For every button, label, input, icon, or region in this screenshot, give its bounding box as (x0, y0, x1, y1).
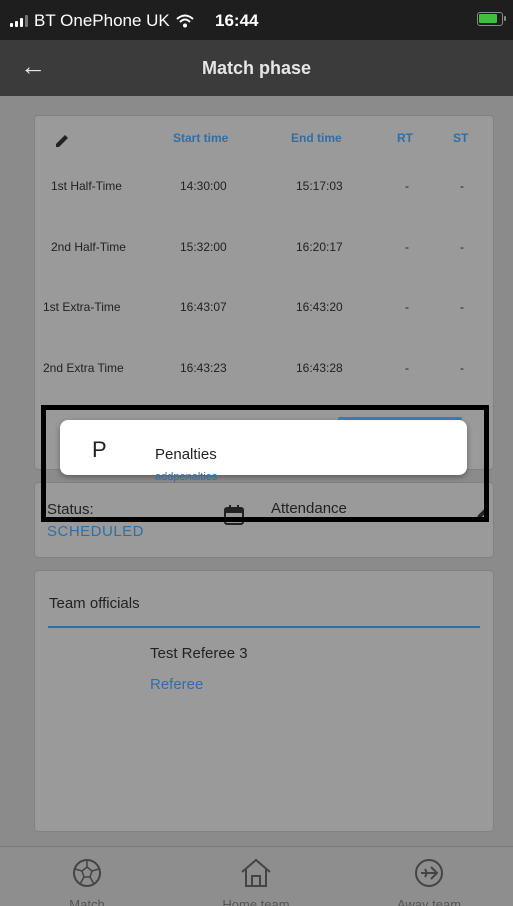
team-officials-title: Team officials (49, 595, 140, 612)
signal-icon (10, 15, 28, 27)
battery-icon (477, 12, 506, 26)
start-time: 16:43:07 (180, 300, 227, 314)
nav-match-label: Match (69, 897, 105, 906)
end-time-header: End time (291, 131, 342, 145)
table-row[interactable]: 2nd Half-Time 15:32:00 16:20:17 - - (35, 240, 495, 260)
rt-value: - (405, 361, 409, 375)
pencil-icon[interactable] (53, 132, 71, 150)
penalties-option[interactable]: P Penalties addpenalties (60, 420, 467, 483)
rt-value: - (405, 240, 409, 254)
period-label: 1st Extra-Time (43, 300, 121, 314)
status-value: SCHEDULED (47, 523, 145, 540)
carrier-name: BT OnePhone UK (34, 11, 170, 30)
app-bar: ← Match phase (0, 40, 513, 96)
nav-away-team[interactable]: Away team (369, 857, 489, 906)
end-time: 15:17:03 (296, 179, 343, 193)
official-name[interactable]: Test Referee 3 (150, 645, 248, 662)
st-value: - (460, 361, 464, 375)
st-value: - (460, 179, 464, 193)
start-time: 16:43:23 (180, 361, 227, 375)
st-header: ST (453, 131, 469, 145)
nav-home-team-label: Home team (222, 897, 290, 906)
home-icon (241, 858, 271, 887)
airplane-icon (415, 859, 443, 887)
option-avatar: P (92, 437, 107, 462)
divider (48, 626, 480, 628)
clock: 16:44 (215, 11, 259, 30)
start-time: 14:30:00 (180, 179, 227, 193)
st-value: - (460, 240, 464, 254)
wifi-icon (176, 14, 194, 28)
official-role: Referee (150, 676, 204, 693)
rt-header: RT (397, 131, 413, 145)
end-time: 16:43:28 (296, 361, 343, 375)
st-value: - (460, 300, 464, 314)
nav-match[interactable]: Match (27, 857, 147, 906)
end-time: 16:43:20 (296, 300, 343, 314)
option-title: Penalties (155, 446, 217, 463)
start-time: 15:32:00 (180, 240, 227, 254)
start-time-header: Start time (173, 131, 229, 145)
rt-value: - (405, 300, 409, 314)
football-icon (73, 859, 101, 887)
period-label: 1st Half-Time (51, 179, 122, 193)
nav-away-team-label: Away team (396, 897, 462, 906)
status-bar: BT OnePhone UK 16:44 (0, 0, 513, 40)
rt-value: - (405, 179, 409, 193)
end-time: 16:20:17 (296, 240, 343, 254)
team-officials-card: Team officials Test Referee 3 Referee (34, 570, 494, 832)
bottom-navigation: Match Home team Away team (0, 846, 513, 906)
period-label: 2nd Half-Time (51, 240, 126, 254)
option-subtitle: addpenalties (155, 471, 218, 483)
page-title: Match phase (201, 58, 312, 78)
table-row[interactable]: 1st Extra-Time 16:43:07 16:43:20 - - (35, 300, 495, 320)
table-row[interactable]: 1st Half-Time 14:30:00 15:17:03 - - (35, 179, 495, 199)
table-row[interactable]: 2nd Extra Time 16:43:23 16:43:28 - - (35, 361, 495, 381)
period-label: 2nd Extra Time (43, 361, 124, 375)
nav-home-team[interactable]: Home team (196, 857, 316, 906)
